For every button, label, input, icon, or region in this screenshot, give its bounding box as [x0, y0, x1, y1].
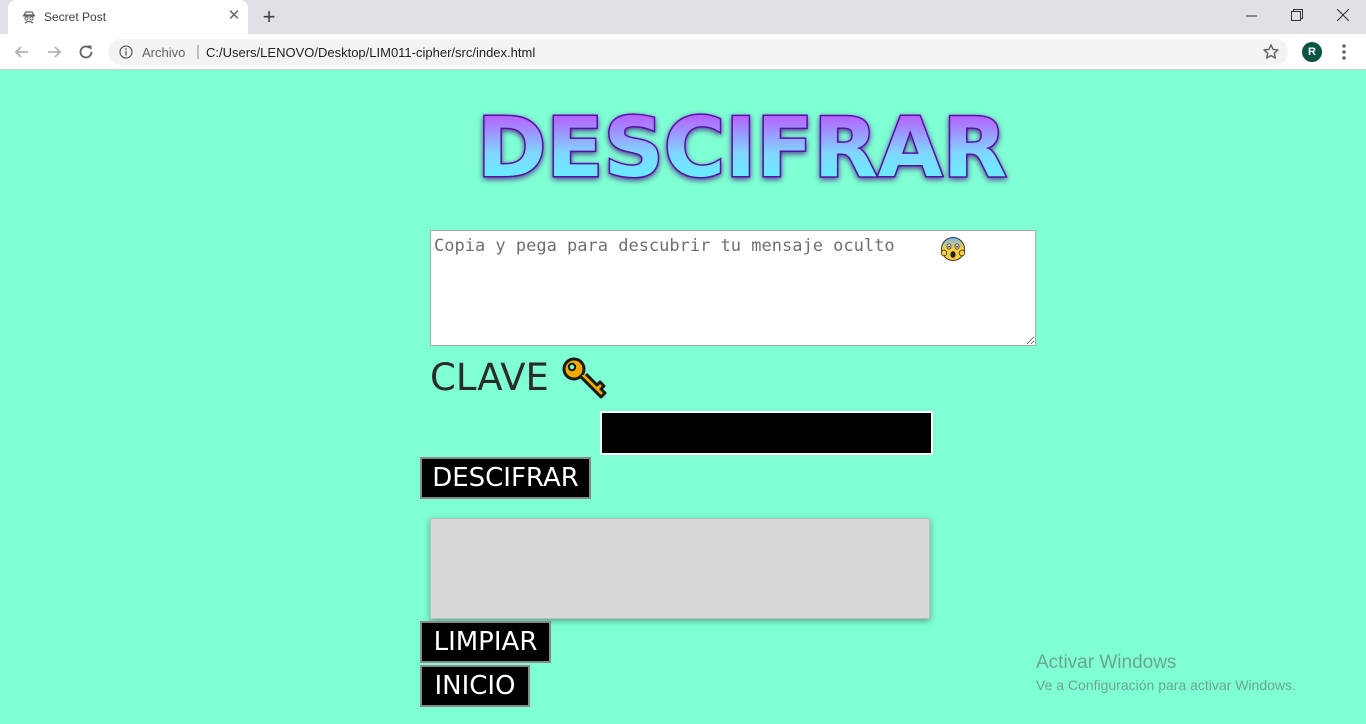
- page-title-text: DESCIFRAR: [477, 101, 1007, 190]
- page-title: DESCIFRAR: [476, 100, 1009, 191]
- tab-strip: Secret Post ✕ +: [0, 0, 1366, 34]
- key-input[interactable]: [600, 411, 933, 455]
- star-icon[interactable]: [1262, 43, 1280, 61]
- activate-windows-subtitle: Ve a Configuración para activar Windows.: [1036, 677, 1296, 693]
- address-separator: |: [196, 43, 200, 60]
- arrow-left-icon: [14, 46, 28, 58]
- address-url[interactable]: C:/Users/LENOVO/Desktop/LIM011-cipher/sr…: [206, 45, 535, 60]
- minimize-icon: [1245, 15, 1257, 16]
- key-label: CLAVE: [430, 356, 549, 399]
- minimize-button[interactable]: [1228, 0, 1274, 30]
- restore-icon: [1291, 9, 1303, 21]
- browser-toolbar: Archivo | C:/Users/LENOVO/Desktop/LIM011…: [0, 34, 1366, 70]
- reload-button[interactable]: [74, 40, 98, 64]
- home-button[interactable]: INICIO: [420, 665, 530, 707]
- address-scheme: Archivo: [142, 45, 186, 60]
- new-tab-button[interactable]: +: [258, 6, 280, 28]
- address-bar[interactable]: Archivo | C:/Users/LENOVO/Desktop/LIM011…: [108, 39, 1288, 65]
- tab-secret-post[interactable]: Secret Post ✕: [8, 0, 248, 34]
- spy-icon: [22, 11, 36, 24]
- profile-avatar[interactable]: R: [1302, 42, 1322, 62]
- restore-button[interactable]: [1274, 0, 1320, 30]
- close-window-button[interactable]: [1320, 0, 1366, 30]
- back-button[interactable]: [10, 40, 34, 64]
- reload-icon: [79, 45, 93, 59]
- info-icon[interactable]: [119, 45, 133, 59]
- output-box: [430, 518, 930, 619]
- clear-button[interactable]: LIMPIAR: [420, 621, 551, 663]
- close-icon: [1337, 9, 1349, 21]
- forward-button[interactable]: [42, 40, 66, 64]
- arrow-right-icon: [48, 46, 62, 58]
- screaming-face-icon: [940, 237, 966, 261]
- tab-close-icon[interactable]: ✕: [226, 8, 242, 24]
- activate-windows-title: Activar Windows: [1036, 652, 1177, 673]
- more-vert-icon[interactable]: [1334, 42, 1354, 62]
- tab-title: Secret Post: [44, 10, 107, 24]
- key-icon: [562, 357, 607, 399]
- decipher-button[interactable]: DESCIFRAR: [420, 457, 591, 499]
